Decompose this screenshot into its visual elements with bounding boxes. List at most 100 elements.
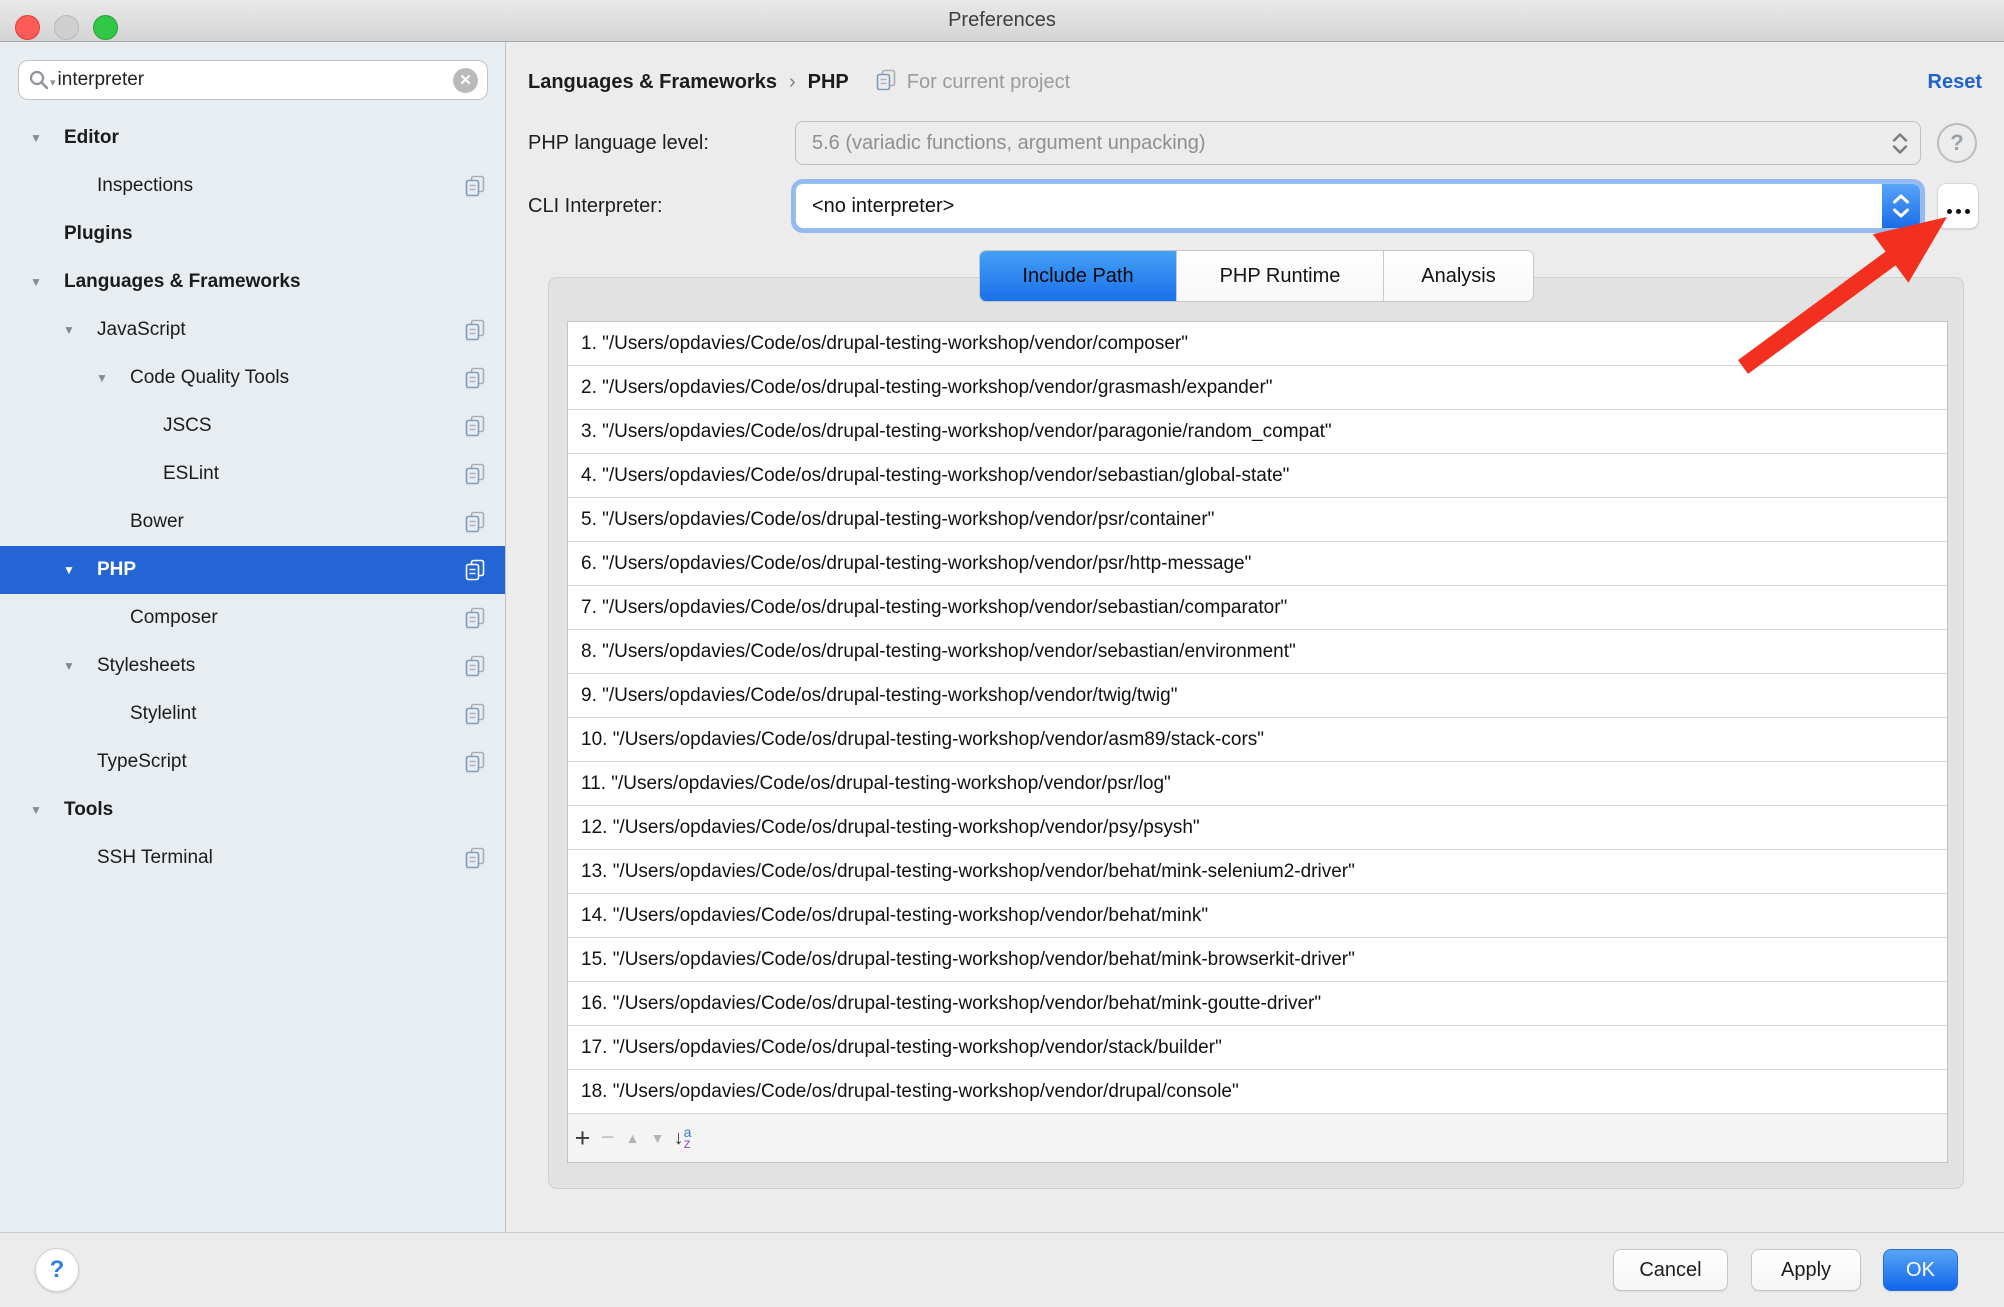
remove-icon[interactable]: −	[595, 1121, 620, 1155]
include-path-row[interactable]: 13. "/Users/opdavies/Code/os/drupal-test…	[568, 850, 1947, 894]
tree-item-label: Stylelint	[130, 703, 197, 725]
current-project-pages-icon	[462, 749, 488, 781]
scope-indicator: For current project	[873, 67, 1070, 98]
apply-button[interactable]: Apply	[1751, 1249, 1861, 1291]
current-project-pages-icon	[462, 173, 488, 205]
sort-alpha-icon[interactable]: ↓ az	[670, 1121, 695, 1155]
breadcrumb-php: PHP	[808, 71, 849, 94]
language-level-value: 5.6 (variadic functions, argument unpack…	[796, 132, 1206, 155]
tree-item-label: Editor	[64, 127, 119, 149]
include-path-row[interactable]: 5. "/Users/opdavies/Code/os/drupal-testi…	[568, 498, 1947, 542]
include-path-row[interactable]: 1. "/Users/opdavies/Code/os/drupal-testi…	[568, 322, 1947, 366]
include-path-row[interactable]: 10. "/Users/opdavies/Code/os/drupal-test…	[568, 718, 1947, 762]
include-path-row[interactable]: 11. "/Users/opdavies/Code/os/drupal-test…	[568, 762, 1947, 806]
close-window-button[interactable]	[15, 15, 40, 40]
include-path-row[interactable]: 4. "/Users/opdavies/Code/os/drupal-testi…	[568, 454, 1947, 498]
move-down-icon[interactable]: ▼	[645, 1121, 670, 1155]
cli-interpreter-browse-button[interactable]	[1937, 183, 1979, 229]
include-path-listbox: 1. "/Users/opdavies/Code/os/drupal-testi…	[567, 321, 1948, 1163]
reset-link[interactable]: Reset	[1928, 71, 1982, 94]
include-path-row[interactable]: 15. "/Users/opdavies/Code/os/drupal-test…	[568, 938, 1947, 982]
sidebar-tree-item[interactable]: ▼ SSH Terminal	[0, 834, 505, 882]
current-project-pages-icon	[462, 461, 488, 493]
move-up-icon[interactable]: ▲	[620, 1121, 645, 1155]
include-path-row[interactable]: 6. "/Users/opdavies/Code/os/drupal-testi…	[568, 542, 1947, 586]
expand-arrow-icon[interactable]: ▼	[30, 803, 64, 817]
sidebar-tree-item[interactable]: ▼ Tools	[0, 786, 505, 834]
current-project-pages-icon	[462, 845, 488, 877]
expand-arrow-icon[interactable]: ▼	[30, 275, 64, 289]
cancel-button[interactable]: Cancel	[1613, 1249, 1728, 1291]
search-icon	[28, 69, 50, 91]
sidebar-tree-item[interactable]: ▼ Languages & Frameworks	[0, 258, 505, 306]
tab[interactable]: PHP Runtime	[1177, 251, 1384, 301]
cli-interpreter-row: CLI Interpreter: <no interpreter>	[528, 183, 2004, 229]
context-help-icon[interactable]: ?	[1937, 123, 1977, 163]
sidebar-tree-item[interactable]: ▼ Stylelint	[0, 690, 505, 738]
tree-item-label: Languages & Frameworks	[64, 271, 301, 293]
window-title: Preferences	[948, 9, 1056, 32]
sidebar-tree-item[interactable]: ▼ Stylesheets	[0, 642, 505, 690]
settings-search-input[interactable]: ▾ interpreter ✕	[18, 60, 488, 100]
tab[interactable]: Analysis	[1384, 251, 1533, 301]
include-path-row[interactable]: 17. "/Users/opdavies/Code/os/drupal-test…	[568, 1026, 1947, 1070]
include-path-row[interactable]: 14. "/Users/opdavies/Code/os/drupal-test…	[568, 894, 1947, 938]
search-filter-caret-icon[interactable]: ▾	[50, 76, 56, 89]
include-path-row[interactable]: 9. "/Users/opdavies/Code/os/drupal-testi…	[568, 674, 1947, 718]
expand-arrow-icon[interactable]: ▼	[30, 131, 64, 145]
sidebar-tree-item[interactable]: ▼ ESLint	[0, 450, 505, 498]
expand-arrow-icon[interactable]: ▼	[63, 323, 97, 337]
expand-arrow-icon[interactable]: ▼	[63, 659, 97, 673]
tab-label: PHP Runtime	[1220, 265, 1341, 288]
include-path-row[interactable]: 12. "/Users/opdavies/Code/os/drupal-test…	[568, 806, 1947, 850]
include-path-row[interactable]: 18. "/Users/opdavies/Code/os/drupal-test…	[568, 1070, 1947, 1114]
language-level-select[interactable]: 5.6 (variadic functions, argument unpack…	[795, 121, 1921, 165]
chevron-up-down-icon[interactable]	[1882, 184, 1920, 228]
sidebar-tree-item[interactable]: ▼ Inspections	[0, 162, 505, 210]
tab[interactable]: Include Path	[980, 251, 1177, 301]
current-project-pages-icon	[462, 557, 488, 589]
ok-button[interactable]: OK	[1883, 1249, 1958, 1291]
breadcrumb-languages-frameworks[interactable]: Languages & Frameworks	[528, 71, 777, 94]
current-project-pages-icon	[462, 653, 488, 685]
cli-interpreter-select[interactable]: <no interpreter>	[795, 183, 1921, 229]
traffic-lights	[15, 15, 118, 40]
breadcrumb-separator: ›	[789, 71, 796, 94]
include-path-row[interactable]: 16. "/Users/opdavies/Code/os/drupal-test…	[568, 982, 1947, 1026]
scope-label: For current project	[907, 71, 1070, 94]
sidebar-tree-item[interactable]: ▼ JavaScript	[0, 306, 505, 354]
clear-search-icon[interactable]: ✕	[453, 68, 478, 93]
expand-arrow-icon[interactable]: ▼	[63, 563, 97, 577]
tree-item-label: Stylesheets	[97, 655, 195, 677]
include-path-list: 1. "/Users/opdavies/Code/os/drupal-testi…	[568, 322, 1947, 1114]
sidebar-tree-item[interactable]: ▼ Composer	[0, 594, 505, 642]
include-path-row[interactable]: 7. "/Users/opdavies/Code/os/drupal-testi…	[568, 586, 1947, 630]
sidebar-tree-item[interactable]: ▼ Plugins	[0, 210, 505, 258]
tree-item-label: Tools	[64, 799, 113, 821]
sidebar-tree-item[interactable]: ▼ TypeScript	[0, 738, 505, 786]
tree-item-label: Plugins	[64, 223, 133, 245]
sidebar-tree-item[interactable]: ▼ Editor	[0, 114, 505, 162]
current-project-pages-icon	[462, 605, 488, 637]
current-project-pages-icon	[462, 509, 488, 541]
help-button[interactable]: ?	[35, 1248, 79, 1292]
zoom-window-button[interactable]	[93, 15, 118, 40]
sidebar-tree-item[interactable]: ▼ Code Quality Tools	[0, 354, 505, 402]
tree-item-label: PHP	[97, 559, 136, 581]
settings-tree: ▼ Editor ▼ Inspections	[0, 114, 505, 882]
include-path-row[interactable]: 2. "/Users/opdavies/Code/os/drupal-testi…	[568, 366, 1947, 410]
list-toolbar: + − ▲ ▼ ↓ az	[568, 1114, 1947, 1162]
page-header: Languages & Frameworks › PHP For current…	[528, 62, 2004, 102]
include-path-row[interactable]: 3. "/Users/opdavies/Code/os/drupal-testi…	[568, 410, 1947, 454]
current-project-pages-icon	[462, 413, 488, 445]
sidebar-tree-item[interactable]: ▼ Bower	[0, 498, 505, 546]
expand-arrow-icon[interactable]: ▼	[96, 371, 130, 385]
current-project-pages-icon	[873, 67, 899, 98]
sidebar-tree-item[interactable]: ▼ PHP	[0, 546, 505, 594]
include-path-row[interactable]: 8. "/Users/opdavies/Code/os/drupal-testi…	[568, 630, 1947, 674]
minimize-window-button[interactable]	[54, 15, 79, 40]
cli-interpreter-label: CLI Interpreter:	[528, 195, 795, 218]
sidebar-tree-item[interactable]: ▼ JSCS	[0, 402, 505, 450]
preferences-content: ▾ interpreter ✕ ▼ Editor	[0, 42, 2004, 1232]
add-icon[interactable]: +	[570, 1121, 595, 1155]
